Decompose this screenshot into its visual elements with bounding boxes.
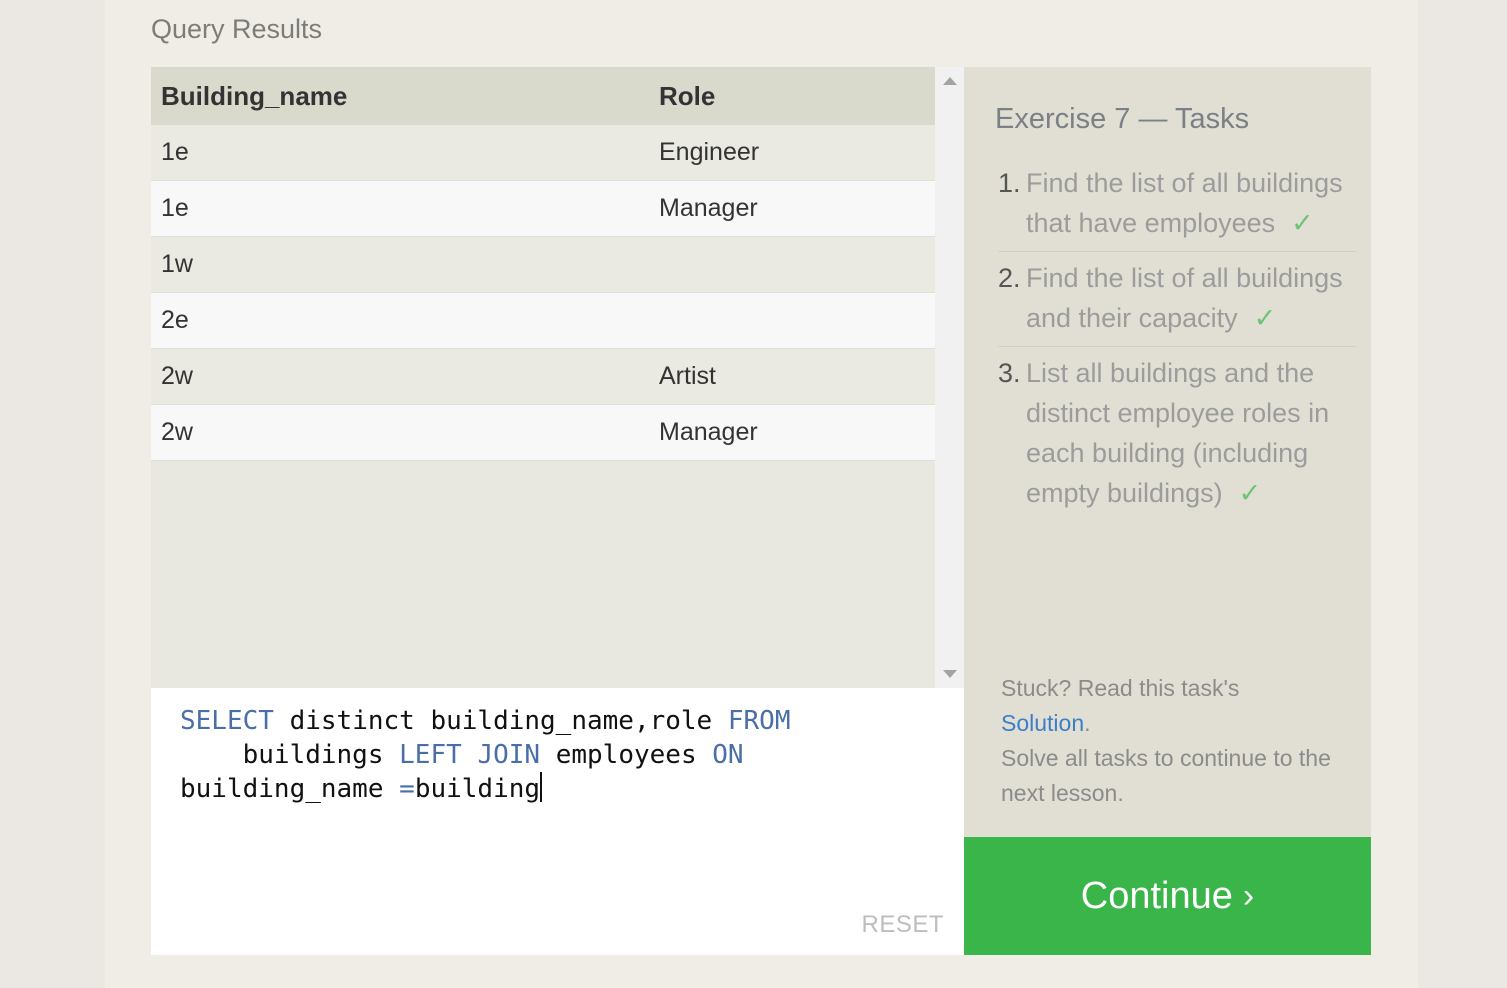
task-item: 1. Find the list of all buildings that h… (998, 163, 1356, 252)
sql-keyword: FROM (727, 706, 791, 736)
table-cell-building-name: 2e (151, 292, 649, 349)
scroll-up-arrow-icon[interactable] (943, 77, 957, 85)
help-period: . (1084, 710, 1091, 736)
continue-button[interactable]: Continue › (964, 837, 1371, 955)
lesson-page: Query Results Building_name Role 1e Engi… (105, 0, 1418, 988)
help-text: Stuck? Read this task's Solution. Solve … (1001, 671, 1351, 811)
sql-text: distinct building_name,role (273, 706, 728, 736)
task-number: 1. (998, 168, 1021, 198)
results-scrollbar[interactable] (935, 67, 964, 688)
query-results-title: Query Results (151, 14, 323, 44)
table-row: 1e Engineer (151, 125, 935, 181)
query-results-table-container: Building_name Role 1e Engineer 1e Manage… (151, 67, 935, 688)
chevron-right-icon: › (1242, 876, 1255, 915)
task-number: 2. (998, 263, 1021, 293)
table-row: 1w (151, 236, 935, 293)
table-header-row: Building_name Role (151, 67, 935, 125)
task-text-wrap: Find the list of all buildings that have… (1026, 163, 1356, 243)
task-number: 3. (998, 358, 1021, 388)
sql-text: employees (540, 740, 713, 770)
tasks-title: Exercise 7 — Tasks (995, 103, 1250, 135)
sql-keyword: LEFT (399, 740, 462, 770)
task-text: Find the list of all buildings and their… (1026, 263, 1343, 333)
reset-button[interactable]: RESET (861, 911, 944, 939)
table-cell-building-name: 1e (151, 125, 649, 181)
table-row: 2e (151, 292, 935, 349)
table-cell-role: Artist (649, 348, 935, 405)
table-row: 2w Manager (151, 404, 935, 461)
sql-code[interactable]: SELECT distinct building_name,role FROM … (180, 704, 791, 806)
text-cursor (540, 772, 543, 802)
checkmark-icon: ✓ (1238, 478, 1262, 508)
table-cell-building-name: 2w (151, 404, 649, 461)
sql-text: building (414, 774, 541, 804)
table-cell-role (649, 292, 935, 349)
sql-operator: = (399, 774, 415, 804)
sql-keyword: JOIN (477, 740, 541, 770)
table-cell-building-name: 1e (151, 180, 649, 237)
task-text-wrap: List all buildings and the distinct empl… (1026, 353, 1356, 513)
task-item: 3. List all buildings and the distinct e… (998, 353, 1356, 521)
column-header-role: Role (649, 67, 935, 125)
help-suffix: Solve all tasks to continue to the next … (1001, 745, 1331, 806)
table-cell-role (649, 236, 935, 293)
checkmark-icon: ✓ (1291, 208, 1314, 238)
sql-keyword: SELECT (180, 706, 274, 736)
scroll-down-arrow-icon[interactable] (943, 670, 957, 678)
sql-text: building_name (180, 774, 400, 804)
query-results-table: Building_name Role 1e Engineer 1e Manage… (151, 67, 935, 461)
sql-text: buildings (180, 740, 400, 770)
help-prefix: Stuck? Read this task's (1001, 675, 1240, 701)
task-list: 1. Find the list of all buildings that h… (998, 163, 1356, 527)
task-text-wrap: Find the list of all buildings and their… (1026, 258, 1356, 338)
continue-label: Continue (1080, 874, 1233, 917)
task-text: List all buildings and the distinct empl… (1026, 358, 1330, 508)
table-cell-role: Manager (649, 404, 935, 461)
column-header-building-name: Building_name (151, 67, 649, 125)
task-item: 2. Find the list of all buildings and th… (998, 258, 1356, 347)
table-row: 2w Artist (151, 348, 935, 405)
table-cell-building-name: 2w (151, 348, 649, 405)
table-cell-role: Engineer (649, 125, 935, 181)
tasks-panel: Exercise 7 — Tasks 1. Find the list of a… (964, 67, 1371, 837)
table-cell-role: Manager (649, 180, 935, 237)
table-cell-building-name: 1w (151, 236, 649, 293)
sql-keyword: ON (712, 740, 744, 770)
checkmark-icon: ✓ (1253, 303, 1277, 333)
table-row: 1e Manager (151, 180, 935, 237)
solution-link[interactable]: Solution (1001, 710, 1084, 736)
sql-editor[interactable]: SELECT distinct building_name,role FROM … (151, 688, 964, 955)
